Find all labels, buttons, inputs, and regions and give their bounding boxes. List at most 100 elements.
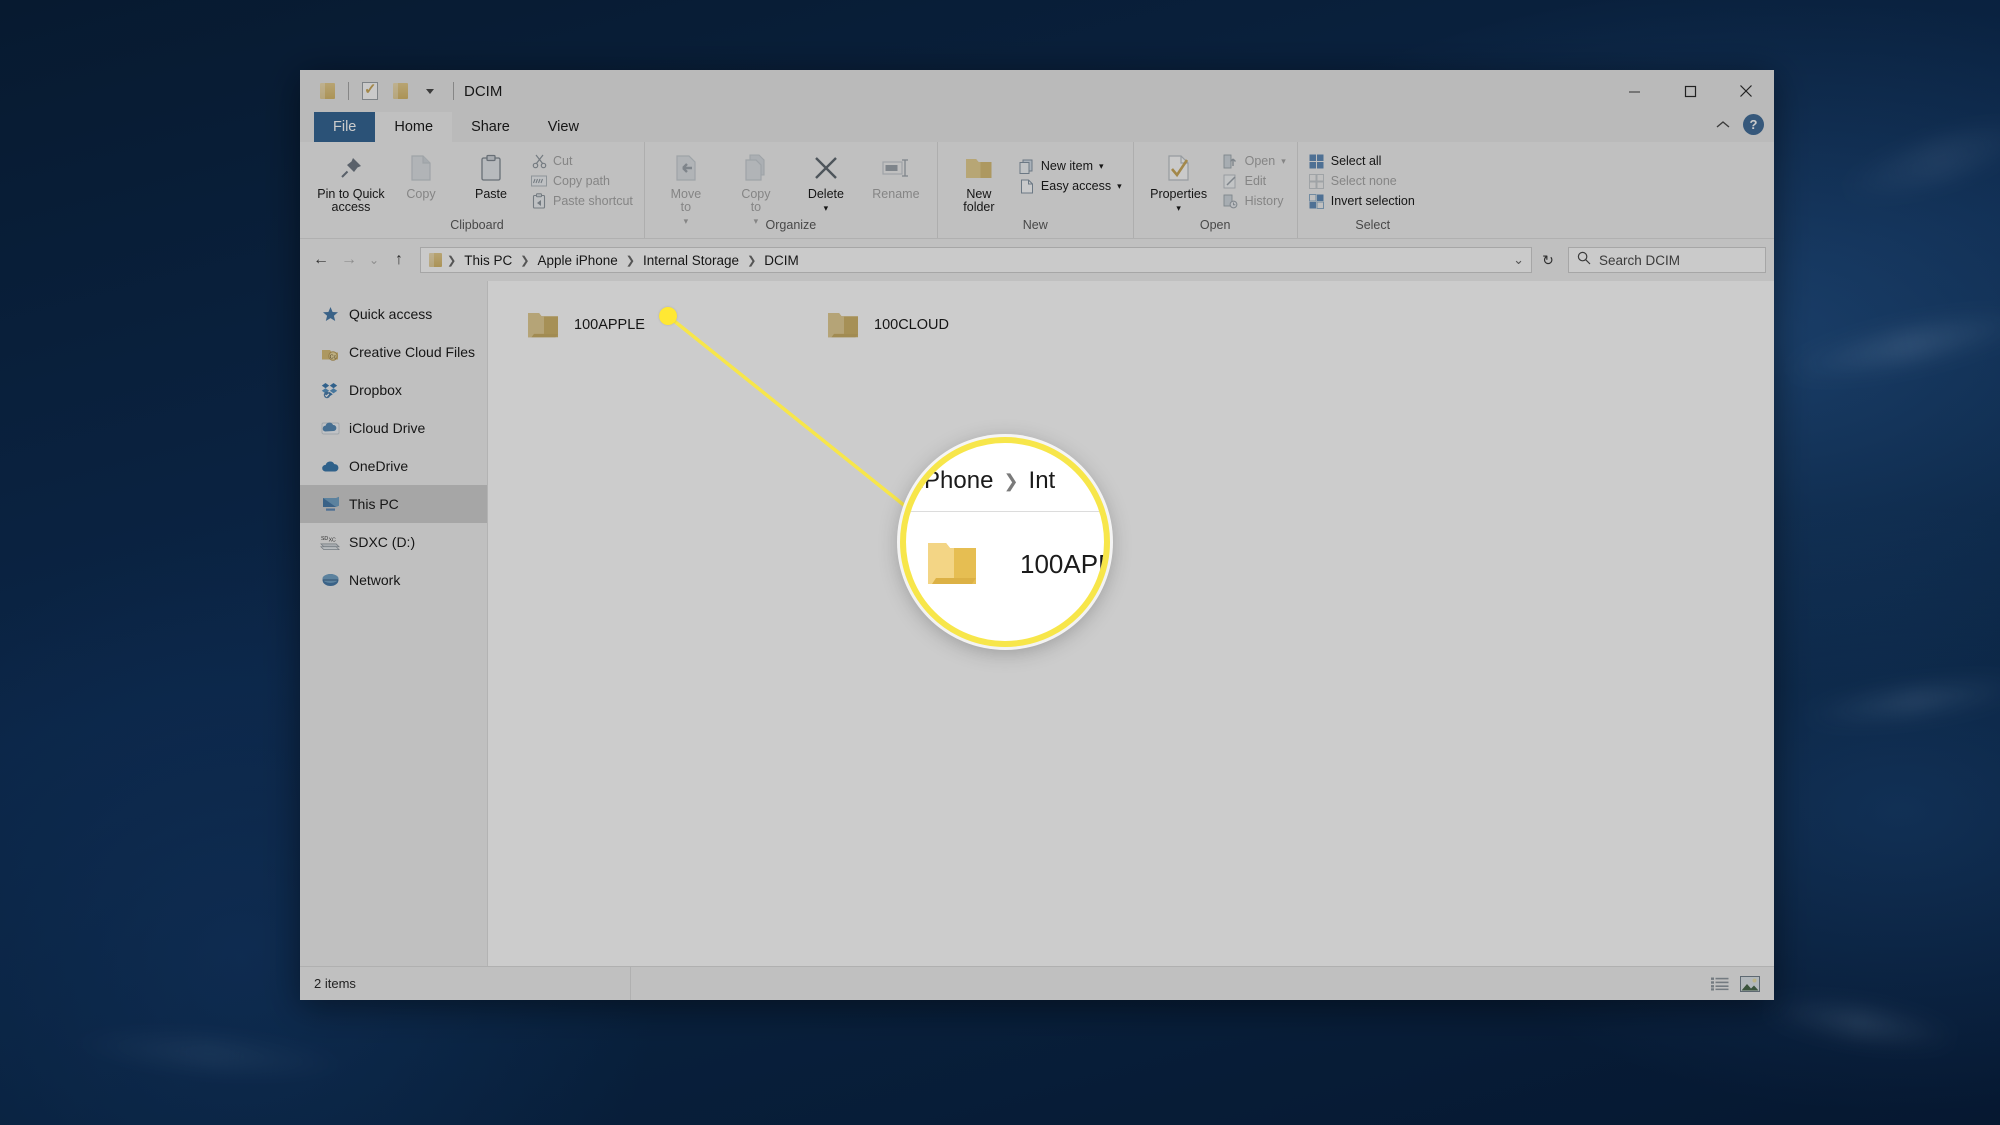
button-label-2: access [331,200,371,214]
paste-shortcut-button[interactable]: Paste shortcut [526,191,638,211]
chevron-down-icon[interactable]: ⌄ [1512,252,1525,268]
magnified-list-item: 100APPLE [922,535,1104,593]
properties-button[interactable]: Properties ▾ [1140,146,1218,215]
button-label: Select none [1330,174,1397,188]
search-placeholder: Search DCIM [1599,252,1681,268]
breadcrumb-folder-icon [427,253,444,267]
button-label: New item [1040,159,1093,173]
wallpaper-wisp [1799,674,2000,728]
button-label: Paste shortcut [553,194,633,208]
sidebar-item-network[interactable]: Network [300,561,487,599]
forward-button[interactable]: → [336,247,362,273]
breadcrumb-separator: ❯ [447,254,457,267]
onedrive-icon [320,456,340,476]
sidebar-item-icloud-drive[interactable]: iCloud Drive [300,409,487,447]
search-icon [1577,251,1591,270]
move-to-button[interactable]: Move to ▾ [651,146,721,228]
cut-button[interactable]: Cut [526,151,638,171]
copy-button[interactable]: Copy [386,146,456,201]
history-button[interactable]: History [1218,191,1291,211]
new-item-button[interactable]: New item ▾ [1014,156,1127,176]
easy-access-button[interactable]: Easy access ▾ [1014,176,1127,196]
tab-home[interactable]: Home [375,112,453,142]
open-icon [1223,153,1239,169]
sidebar-item-quick-access[interactable]: Quick access [300,295,487,333]
file-grid: 100APPLE 100CLOUD [518,299,1774,351]
edit-button[interactable]: Edit [1218,171,1291,191]
details-view-button[interactable] [1708,973,1732,995]
maximize-button[interactable] [1662,70,1718,112]
large-icons-view-button[interactable] [1738,973,1762,995]
folder-icon[interactable] [312,76,342,106]
sidebar-item-creative-cloud-files[interactable]: Cc Creative Cloud Files [300,333,487,371]
new-folder-icon[interactable] [385,76,415,106]
select-none-button[interactable]: Select none [1304,171,1420,191]
breadcrumb-separator: ❯ [1003,470,1019,491]
copy-path-button[interactable]: Copy path [526,171,638,191]
rename-button[interactable]: Rename [861,146,931,201]
open-button[interactable]: Open ▾ [1218,151,1291,171]
copy-to-button[interactable]: Copy to ▾ [721,146,791,228]
sdxc-card-icon: SD XC [320,532,340,552]
pin-to-quick-access-button[interactable]: Pin to Quick access [316,146,386,214]
list-item[interactable]: 100CLOUD [818,299,1118,351]
delete-button[interactable]: Delete ▾ [791,146,861,215]
properties-icon [1166,150,1192,186]
button-label: Move [670,187,702,201]
properties-icon[interactable] [355,76,385,106]
search-input[interactable]: Search DCIM [1568,247,1766,273]
up-button[interactable]: ↑ [386,247,412,273]
tab-share[interactable]: Share [452,112,529,142]
icloud-icon [320,418,340,438]
back-button[interactable]: ← [308,247,334,273]
ribbon-toolbar: Pin to Quick access Copy Paste Cut Copy … [300,142,1774,239]
select-all-button[interactable]: Select all [1304,151,1420,171]
callout-anchor-dot [659,307,677,325]
group-label-clipboard: Clipboard [450,218,504,232]
easy-access-icon [1019,178,1035,194]
sidebar-item-label: Network [349,572,401,588]
button-label: History [1244,194,1284,208]
help-icon[interactable]: ? [1743,114,1764,135]
star-icon [320,304,340,324]
navigation-pane: Quick access Cc Creative Cloud Files Dro… [300,281,488,966]
sidebar-item-label: Dropbox [349,382,402,398]
collapse-ribbon-icon[interactable] [1715,117,1731,133]
sidebar-item-this-pc[interactable]: This PC [300,485,487,523]
sidebar-item-label: iCloud Drive [349,420,426,436]
refresh-icon[interactable]: ↻ [1534,247,1562,273]
invert-selection-button[interactable]: Invert selection [1304,191,1420,211]
recent-locations-button[interactable]: ⌄ [364,247,384,273]
breadcrumb[interactable]: ❯ This PC ❯ Apple iPhone ❯ Internal Stor… [420,247,1532,273]
magnifier-callout: ple iPhone ❯ Int 100APPLE [900,437,1110,647]
status-bar: 2 items [300,966,1774,1000]
copy-icon [408,150,434,186]
group-label-select: Select [1355,218,1391,232]
ribbon-group-clipboard: Pin to Quick access Copy Paste Cut Copy … [310,142,645,238]
magnified-breadcrumb: ple iPhone ❯ Int [906,467,1104,495]
folder-icon [922,535,980,593]
tab-file[interactable]: File [314,112,376,142]
file-list-view[interactable]: 100APPLE 100CLOUD [488,281,1774,966]
group-label-organize: Organize [765,218,817,232]
sidebar-item-onedrive[interactable]: OneDrive [300,447,487,485]
sidebar-item-label: Creative Cloud Files [349,344,476,360]
paste-button[interactable]: Paste [456,146,526,201]
button-label-2: to [680,200,692,214]
button-label: Select all [1330,154,1382,168]
breadcrumb-item-internal-storage[interactable]: Internal Storage [638,253,744,268]
delete-icon [812,150,840,186]
breadcrumb-item-this-pc[interactable]: This PC [459,253,517,268]
close-button[interactable] [1718,70,1774,112]
sidebar-item-sdxc-d[interactable]: SD XC SDXC (D:) [300,523,487,561]
breadcrumb-item-dcim[interactable]: DCIM [759,253,804,268]
sidebar-item-label: This PC [349,496,399,512]
customize-caret-icon[interactable] [415,76,445,106]
new-folder-button[interactable]: New folder [944,146,1014,214]
breadcrumb-item-apple-iphone[interactable]: Apple iPhone [532,253,622,268]
sidebar-item-dropbox[interactable]: Dropbox [300,371,487,409]
tab-view[interactable]: View [529,112,598,142]
minimize-button[interactable] [1606,70,1662,112]
sidebar-item-label: SDXC (D:) [349,534,416,550]
button-label: Copy path [553,174,610,188]
